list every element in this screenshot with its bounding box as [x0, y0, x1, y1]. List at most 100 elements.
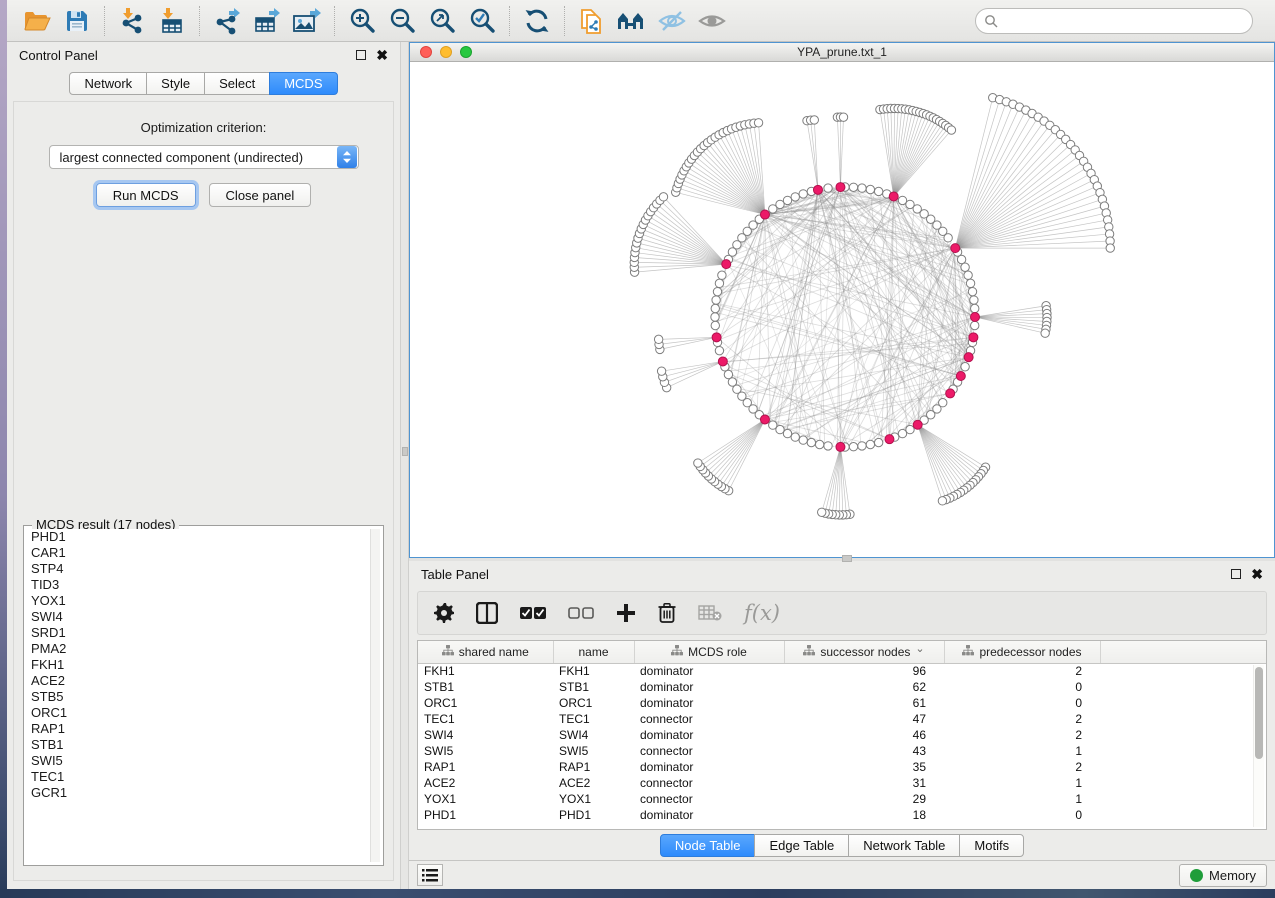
cell-successor-nodes[interactable]: 61 [784, 695, 944, 711]
dominator-node[interactable] [760, 415, 769, 424]
cell-shared-name[interactable]: YOX1 [418, 791, 553, 807]
create-column-icon[interactable] [616, 603, 636, 623]
import-network-icon[interactable] [112, 4, 152, 38]
graph-node[interactable] [966, 279, 974, 287]
cell-successor-nodes[interactable]: 96 [784, 663, 944, 679]
mcds-result-list[interactable]: PHD1CAR1STP4TID3YOX1SWI4SRD1PMA2FKH1ACE2… [27, 529, 369, 862]
graph-node[interactable] [791, 193, 799, 201]
cell-MCDS-role[interactable]: dominator [634, 663, 784, 679]
dominator-node[interactable] [885, 435, 894, 444]
dominator-node[interactable] [971, 313, 980, 322]
cell-successor-nodes[interactable]: 43 [784, 743, 944, 759]
graph-node[interactable] [791, 433, 799, 441]
graph-node[interactable] [971, 304, 979, 312]
cell-MCDS-role[interactable]: dominator [634, 695, 784, 711]
cell-successor-nodes[interactable]: 31 [784, 775, 944, 791]
memory-button[interactable]: Memory [1179, 864, 1267, 887]
mcds-node-item[interactable]: STB1 [27, 737, 369, 753]
graph-node[interactable] [657, 367, 665, 375]
save-session-icon[interactable] [57, 4, 97, 38]
unselect-all-columns-icon[interactable] [568, 606, 594, 620]
cell-shared-name[interactable]: SWI4 [418, 727, 553, 743]
graph-node[interactable] [866, 440, 874, 448]
cell-predecessor-nodes[interactable]: 1 [944, 743, 1100, 759]
table-row[interactable]: FKH1FKH1dominator962 [418, 663, 1266, 679]
search-input[interactable] [975, 8, 1253, 34]
open-file-icon[interactable] [17, 4, 57, 38]
tab-select[interactable]: Select [204, 72, 270, 95]
cell-predecessor-nodes[interactable]: 0 [944, 679, 1100, 695]
show-columns-icon[interactable] [476, 602, 498, 624]
close-panel-icon[interactable]: ✖ [1251, 569, 1263, 579]
scrollbar-thumb[interactable] [1255, 667, 1263, 759]
cell-MCDS-role[interactable]: dominator [634, 759, 784, 775]
graph-node[interactable] [938, 497, 946, 505]
graph-node[interactable] [715, 346, 723, 354]
tab-network[interactable]: Network [69, 72, 147, 95]
dominator-node[interactable] [760, 210, 769, 219]
tab-motifs[interactable]: Motifs [959, 834, 1024, 857]
mcds-node-item[interactable]: SWI5 [27, 753, 369, 769]
cell-MCDS-role[interactable]: connector [634, 775, 784, 791]
zoom-selected-icon[interactable] [462, 4, 502, 38]
close-panel-icon[interactable]: ✖ [376, 50, 388, 60]
graph-node[interactable] [724, 370, 732, 378]
table-row[interactable]: SWI5SWI5connector431 [418, 743, 1266, 759]
task-history-button[interactable] [417, 864, 443, 886]
export-image-icon[interactable] [287, 4, 327, 38]
cell-successor-nodes[interactable]: 62 [784, 679, 944, 695]
graph-node[interactable] [807, 438, 815, 446]
table-settings-gear-icon[interactable] [434, 603, 454, 623]
zoom-fit-icon[interactable] [422, 4, 462, 38]
export-table-icon[interactable] [247, 4, 287, 38]
float-panel-icon[interactable] [356, 50, 366, 60]
graph-node[interactable] [694, 459, 702, 467]
graph-node[interactable] [957, 255, 965, 263]
cell-shared-name[interactable]: ORC1 [418, 695, 553, 711]
graph-node[interactable] [810, 116, 818, 124]
graph-node[interactable] [654, 335, 662, 343]
graph-node[interactable] [944, 234, 952, 242]
mcds-node-item[interactable]: ORC1 [27, 705, 369, 721]
horizontal-splitter[interactable] [409, 558, 1275, 561]
cell-predecessor-nodes[interactable]: 1 [944, 791, 1100, 807]
run-mcds-button[interactable]: Run MCDS [96, 183, 196, 207]
graph-node[interactable] [970, 296, 978, 304]
cell-successor-nodes[interactable]: 29 [784, 791, 944, 807]
export-network-icon[interactable] [207, 4, 247, 38]
network-window-titlebar[interactable]: YPA_prune.txt_1 [410, 43, 1274, 62]
table-row[interactable]: YOX1YOX1connector291 [418, 791, 1266, 807]
graph-node[interactable] [961, 263, 969, 271]
cell-successor-nodes[interactable]: 47 [784, 711, 944, 727]
cell-name[interactable]: ORC1 [553, 695, 634, 711]
cell-successor-nodes[interactable]: 35 [784, 759, 944, 775]
graph-node[interactable] [715, 279, 723, 287]
cell-name[interactable]: YOX1 [553, 791, 634, 807]
dominator-node[interactable] [712, 333, 721, 342]
graph-node[interactable] [849, 443, 857, 451]
mcds-node-item[interactable]: SWI4 [27, 609, 369, 625]
zoom-out-icon[interactable] [382, 4, 422, 38]
refresh-icon[interactable] [517, 4, 557, 38]
table-row[interactable]: STB1STB1dominator620 [418, 679, 1266, 695]
cell-MCDS-role[interactable]: connector [634, 711, 784, 727]
graph-node[interactable] [711, 304, 719, 312]
cell-predecessor-nodes[interactable]: 2 [944, 727, 1100, 743]
graph-node[interactable] [799, 436, 807, 444]
column-header-MCDS-role[interactable]: MCDS role [634, 641, 784, 663]
dominator-node[interactable] [836, 183, 845, 192]
mcds-node-item[interactable]: RAP1 [27, 721, 369, 737]
graph-node[interactable] [964, 271, 972, 279]
cell-name[interactable]: RAP1 [553, 759, 634, 775]
column-header-successor-nodes[interactable]: successor nodes⌄ [784, 641, 944, 663]
graph-node[interactable] [711, 313, 719, 321]
cell-successor-nodes[interactable]: 18 [784, 807, 944, 823]
network-graph-canvas[interactable] [410, 62, 1274, 557]
column-header-shared-name[interactable]: shared name [418, 641, 553, 663]
graph-node[interactable] [961, 363, 969, 371]
mcds-node-item[interactable]: PMA2 [27, 641, 369, 657]
tab-edge-table[interactable]: Edge Table [754, 834, 849, 857]
dominator-node[interactable] [964, 353, 973, 362]
mcds-node-item[interactable]: CAR1 [27, 545, 369, 561]
duplicate-network-icon[interactable] [572, 4, 612, 38]
